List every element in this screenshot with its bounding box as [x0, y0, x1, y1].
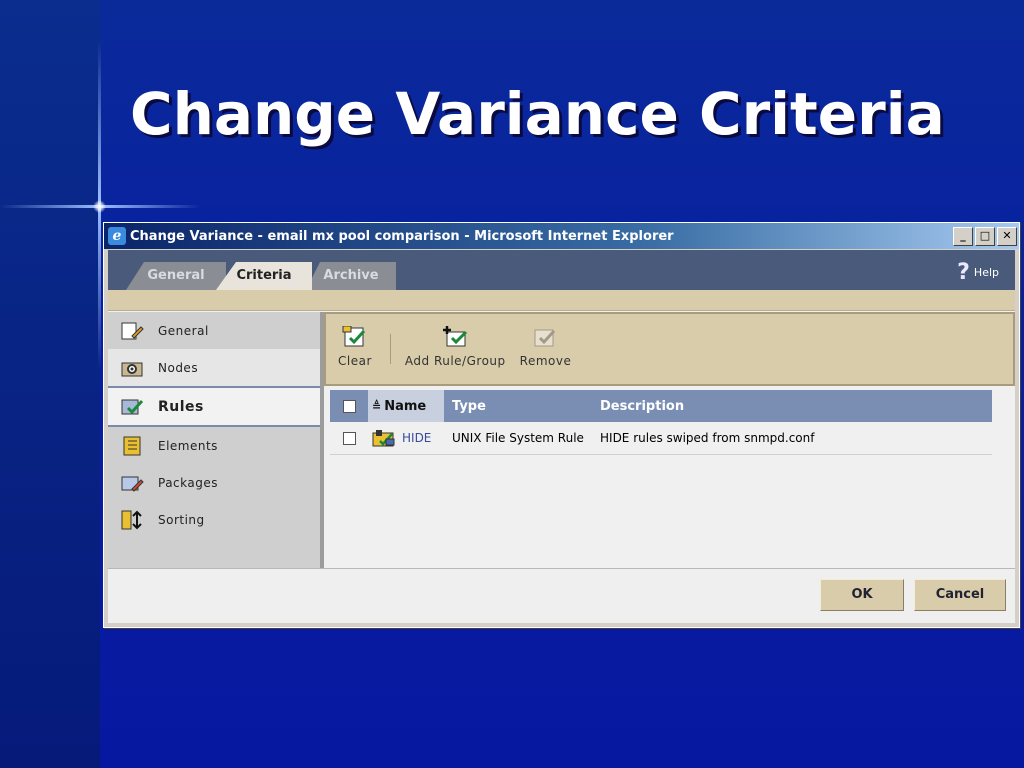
- dialog-client: General Archive Criteria ? Help General …: [108, 250, 1015, 623]
- column-name-label: Name: [384, 398, 427, 414]
- edit-doc-icon: [120, 320, 144, 342]
- sidebar-item-label: Nodes: [158, 360, 199, 375]
- select-all-checkbox[interactable]: [342, 399, 356, 413]
- add-rule-group-label: Add Rule/Group: [404, 354, 506, 368]
- sidebar-item-sorting[interactable]: Sorting: [108, 501, 320, 538]
- row-description: HIDE rules swiped from snmpd.conf: [600, 431, 815, 445]
- grid-header: ≜ Name Type Description: [330, 390, 992, 422]
- sidebar-item-rules[interactable]: Rules: [108, 386, 320, 427]
- add-rule-group-button[interactable]: Add Rule/Group: [405, 326, 506, 368]
- sidebar-item-nodes[interactable]: Nodes: [108, 349, 320, 386]
- sidebar-item-label: Elements: [158, 438, 218, 453]
- sidebar: General Nodes Rules Elements Packages So…: [108, 312, 324, 568]
- sidebar-item-packages[interactable]: Packages: [108, 464, 320, 501]
- maximize-button[interactable]: □: [975, 226, 995, 246]
- window-title: Change Variance - email mx pool comparis…: [130, 228, 674, 244]
- help-icon: ?: [957, 260, 970, 285]
- ie-logo-icon: e: [108, 227, 126, 245]
- remove-icon: [534, 329, 556, 347]
- column-header-name[interactable]: ≜ Name: [368, 390, 444, 422]
- row-type: UNIX File System Rule: [452, 431, 584, 445]
- help-label: Help: [973, 266, 999, 279]
- row-checkbox[interactable]: [342, 431, 356, 445]
- toolbar-separator: [389, 334, 391, 364]
- tab-general[interactable]: General: [126, 262, 226, 290]
- sidebar-item-elements[interactable]: Elements: [108, 427, 320, 464]
- clear-label: Clear: [338, 354, 372, 368]
- row-name: HIDE: [402, 431, 432, 445]
- column-header-type[interactable]: Type: [444, 399, 596, 414]
- row-name-cell[interactable]: HIDE: [368, 429, 444, 447]
- sidebar-item-label: Sorting: [158, 512, 205, 527]
- tab-archive[interactable]: Archive: [306, 262, 396, 290]
- select-all-cell: [330, 390, 368, 422]
- sparkle-icon: [93, 200, 106, 213]
- tab-strip: [108, 290, 1015, 311]
- add-rule-icon: [443, 326, 468, 347]
- close-button[interactable]: ✕: [997, 226, 1017, 246]
- help-link[interactable]: ? Help: [957, 260, 999, 285]
- clear-icon: [342, 326, 366, 347]
- sidebar-item-label: Rules: [158, 398, 204, 415]
- ok-button[interactable]: OK: [820, 579, 904, 611]
- tab-criteria[interactable]: Criteria: [216, 262, 312, 290]
- remove-button[interactable]: Remove: [520, 326, 572, 368]
- sidebar-item-general[interactable]: General: [108, 312, 320, 349]
- packages-icon: [120, 472, 144, 494]
- toolbar: Clear Add Rule/Group Remove: [324, 312, 1015, 386]
- remove-label: Remove: [519, 354, 572, 368]
- row-check-cell: [330, 431, 368, 445]
- sidebar-item-label: General: [158, 323, 209, 338]
- sidebar-item-label: Packages: [158, 475, 218, 490]
- rules-grid: ≜ Name Type Description HIDE UNIX File S…: [330, 390, 992, 455]
- sort-asc-icon: ≜: [372, 399, 382, 413]
- ie-window: e Change Variance - email mx pool compar…: [103, 222, 1020, 628]
- minimize-button[interactable]: _: [953, 226, 973, 246]
- sort-icon: [120, 509, 144, 531]
- column-header-description[interactable]: Description: [596, 399, 992, 414]
- elements-icon: [120, 435, 144, 457]
- clear-button[interactable]: Clear: [338, 326, 372, 368]
- tab-bar: General Archive Criteria ? Help: [108, 250, 1015, 290]
- dialog-footer: OK Cancel: [108, 568, 1015, 623]
- file-system-rule-icon: [372, 430, 395, 447]
- table-row[interactable]: HIDE UNIX File System Rule HIDE rules sw…: [330, 422, 992, 455]
- slide-left-band: [0, 0, 100, 768]
- cancel-button[interactable]: Cancel: [914, 579, 1006, 611]
- slide-title: Change Variance Criteria: [130, 80, 945, 148]
- rules-icon: [120, 396, 144, 418]
- main-panel: Clear Add Rule/Group Remove ≜ Name Type …: [324, 312, 1015, 568]
- window-titlebar[interactable]: e Change Variance - email mx pool compar…: [104, 223, 1019, 249]
- node-icon: [120, 357, 144, 379]
